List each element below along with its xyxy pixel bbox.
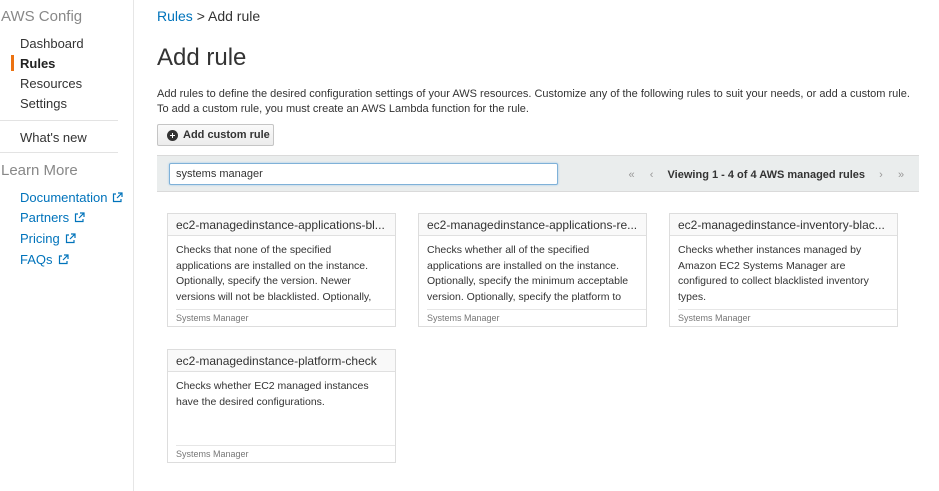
sidebar-item-whats-new[interactable]: What's new: [20, 130, 87, 145]
active-indicator: [11, 55, 14, 71]
rule-card-description: Checks that none of the specified applic…: [176, 244, 372, 303]
sidebar-item-settings[interactable]: Settings: [20, 96, 67, 111]
last-page-icon[interactable]: »: [891, 169, 911, 181]
breadcrumb-separator: >: [196, 8, 205, 24]
external-link-icon: [58, 254, 69, 265]
sidebar-item-resources[interactable]: Resources: [20, 76, 82, 91]
page-intro: Add rules to define the desired configur…: [157, 88, 910, 115]
rule-card-description: Checks whether EC2 managed instances hav…: [176, 380, 369, 408]
prev-page-icon[interactable]: ‹: [642, 169, 662, 181]
add-custom-rule-button[interactable]: Add custom rule: [157, 124, 274, 146]
breadcrumb-current: Add rule: [208, 8, 261, 24]
link-label: Documentation: [20, 190, 108, 205]
breadcrumb-rules-link[interactable]: Rules: [157, 8, 193, 24]
next-page-icon[interactable]: ›: [871, 169, 891, 181]
sidebar-item-dashboard[interactable]: Dashboard: [20, 36, 84, 51]
rule-card-source: Systems Manager: [427, 309, 646, 326]
sidebar-item-rules[interactable]: Rules: [20, 56, 55, 71]
rule-card[interactable]: ec2-managedinstance-applications-bl... C…: [167, 213, 396, 327]
rule-card-title[interactable]: ec2-managedinstance-applications-bl...: [168, 214, 395, 236]
add-custom-rule-label: Add custom rule: [183, 129, 270, 141]
external-link-icon: [65, 233, 76, 244]
link-label: Pricing: [20, 231, 60, 246]
first-page-icon[interactable]: «: [622, 169, 642, 181]
rule-card-title[interactable]: ec2-managedinstance-applications-re...: [419, 214, 646, 236]
learn-more-heading: Learn More: [1, 162, 78, 179]
rule-card[interactable]: ec2-managedinstance-platform-check Check…: [167, 349, 396, 463]
breadcrumb: Rules > Add rule: [157, 8, 260, 24]
rule-card-source: Systems Manager: [176, 445, 395, 462]
rule-card-title[interactable]: ec2-managedinstance-platform-check: [168, 350, 395, 372]
rule-card-description: Checks whether instances managed by Amaz…: [678, 244, 869, 303]
link-pricing[interactable]: Pricing: [20, 231, 76, 246]
rule-card[interactable]: ec2-managedinstance-inventory-blac... Ch…: [669, 213, 898, 327]
external-link-icon: [75, 212, 85, 223]
link-documentation[interactable]: Documentation: [20, 190, 124, 205]
rule-card-source: Systems Manager: [678, 309, 897, 326]
filter-toolbar: « ‹ Viewing 1 - 4 of 4 AWS managed rules…: [157, 155, 919, 192]
sidebar-divider: [0, 120, 118, 121]
sidebar-divider: [0, 152, 118, 153]
rule-card-source: Systems Manager: [176, 309, 395, 326]
sidebar: AWS Config Dashboard Rules Resources Set…: [0, 0, 134, 491]
pagination: « ‹ Viewing 1 - 4 of 4 AWS managed rules…: [622, 156, 911, 193]
link-partners[interactable]: Partners: [20, 210, 85, 225]
search-input[interactable]: [169, 163, 558, 185]
external-link-icon: [113, 192, 124, 203]
rule-card-description: Checks whether all of the specified appl…: [427, 244, 629, 303]
link-label: Partners: [20, 210, 70, 225]
page-title: Add rule: [157, 44, 247, 71]
pagination-status: Viewing 1 - 4 of 4 AWS managed rules: [667, 168, 865, 181]
sidebar-title: AWS Config: [1, 8, 83, 25]
rule-card-title[interactable]: ec2-managedinstance-inventory-blac...: [670, 214, 897, 236]
rule-card[interactable]: ec2-managedinstance-applications-re... C…: [418, 213, 647, 327]
link-faqs[interactable]: FAQs: [20, 252, 69, 267]
plus-circle-icon: [167, 129, 178, 141]
link-label: FAQs: [20, 252, 53, 267]
